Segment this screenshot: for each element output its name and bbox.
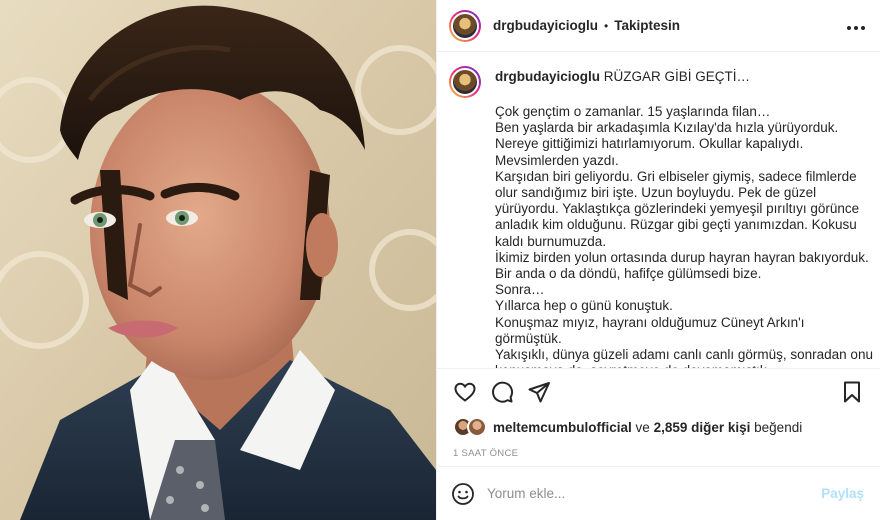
heart-icon[interactable]: [453, 380, 477, 404]
caption-line: Mevsimlerden yazdı.: [495, 152, 619, 168]
author-avatar[interactable]: [449, 9, 481, 42]
comment-box: Paylaş: [437, 466, 880, 520]
caption-line: İkimiz birden yolun ortasında durup hayr…: [495, 249, 869, 265]
more-options-icon[interactable]: [846, 15, 866, 36]
send-icon[interactable]: [527, 380, 551, 404]
emoji-icon[interactable]: [451, 482, 475, 506]
caption-line: Yakışıklı, dünya güzeli adamı canlı canl…: [495, 347, 873, 363]
caption-line: konuşmaya da, seyretmeye de doyamamıştık…: [495, 363, 873, 368]
caption-scroll-area[interactable]: drgbudayicioglu RÜZGAR GİBİ GEÇTİ… Çok g…: [437, 52, 880, 368]
likes-others-link[interactable]: 2,859 diğer kişi: [654, 420, 751, 435]
caption-line: Ben yaşlarda bir arkadaşımla Kızılay'da …: [495, 120, 839, 136]
post-image[interactable]: [0, 0, 436, 520]
follow-status-button[interactable]: Takiptesin: [614, 18, 680, 33]
likes-summary: meltemcumbulofficial ve 2,859 diğer kişi…: [437, 414, 880, 440]
liker-username[interactable]: meltemcumbulofficial: [493, 420, 632, 435]
post-timestamp[interactable]: 1 SAAT ÖNCE: [437, 440, 880, 466]
caption-title: RÜZGAR GİBİ GEÇTİ…: [603, 69, 751, 84]
caption-line: görmüştük.: [495, 330, 562, 346]
caption-line: Sonra…: [495, 282, 545, 298]
post-comment-button[interactable]: Paylaş: [821, 486, 864, 501]
caption-line: kaldı burnumuzda.: [495, 233, 607, 249]
likes-suffix: beğendi: [754, 419, 803, 435]
caption-line: anladık kim olduğunu. Rüzgar gibi geçti …: [495, 217, 857, 233]
caption-line: Nereye gittiğimizi hatırlamıyorum. Okull…: [495, 136, 804, 152]
bookmark-icon[interactable]: [840, 380, 864, 404]
likes-connector: ve: [635, 419, 650, 435]
portrait-illustration: [0, 0, 436, 520]
caption-line: Karşıdan biri geliyordu. Gri elbiseler g…: [495, 168, 857, 184]
caption-author-avatar[interactable]: [449, 66, 481, 98]
liker-avatar[interactable]: [467, 417, 487, 437]
caption-username[interactable]: drgbudayicioglu: [495, 69, 600, 84]
post-header: drgbudayicioglu • Takiptesin: [437, 0, 880, 52]
caption-body: Çok gençtim o zamanlar. 15 yaşlarında fi…: [495, 104, 873, 368]
comment-icon[interactable]: [490, 380, 514, 404]
caption-line: Bir anda o da döndü, hafifçe gülümsedi b…: [495, 266, 762, 282]
separator-dot: •: [604, 18, 609, 33]
caption-line: Çok gençtim o zamanlar. 15 yaşlarında fi…: [495, 104, 771, 119]
comment-input[interactable]: [487, 486, 822, 501]
caption-line: yürüyordu. Yaklaştıkça gözlerindeki yemy…: [495, 201, 860, 217]
caption-text: drgbudayicioglu RÜZGAR GİBİ GEÇTİ… Çok g…: [495, 66, 873, 368]
action-bar: [437, 368, 880, 414]
caption-line: Yıllarca hep o günü konuştuk.: [495, 298, 673, 314]
author-username[interactable]: drgbudayicioglu: [493, 18, 598, 33]
post-side-panel: drgbudayicioglu • Takiptesin drgbudayici…: [436, 0, 880, 520]
instagram-post: drgbudayicioglu • Takiptesin drgbudayici…: [0, 0, 880, 520]
caption-line: Konuşmaz mıyız, hayranı olduğumuz Cüneyt…: [495, 314, 805, 330]
caption-line: olur sandığımız biri işte. Uzun boyluydu…: [495, 185, 817, 201]
